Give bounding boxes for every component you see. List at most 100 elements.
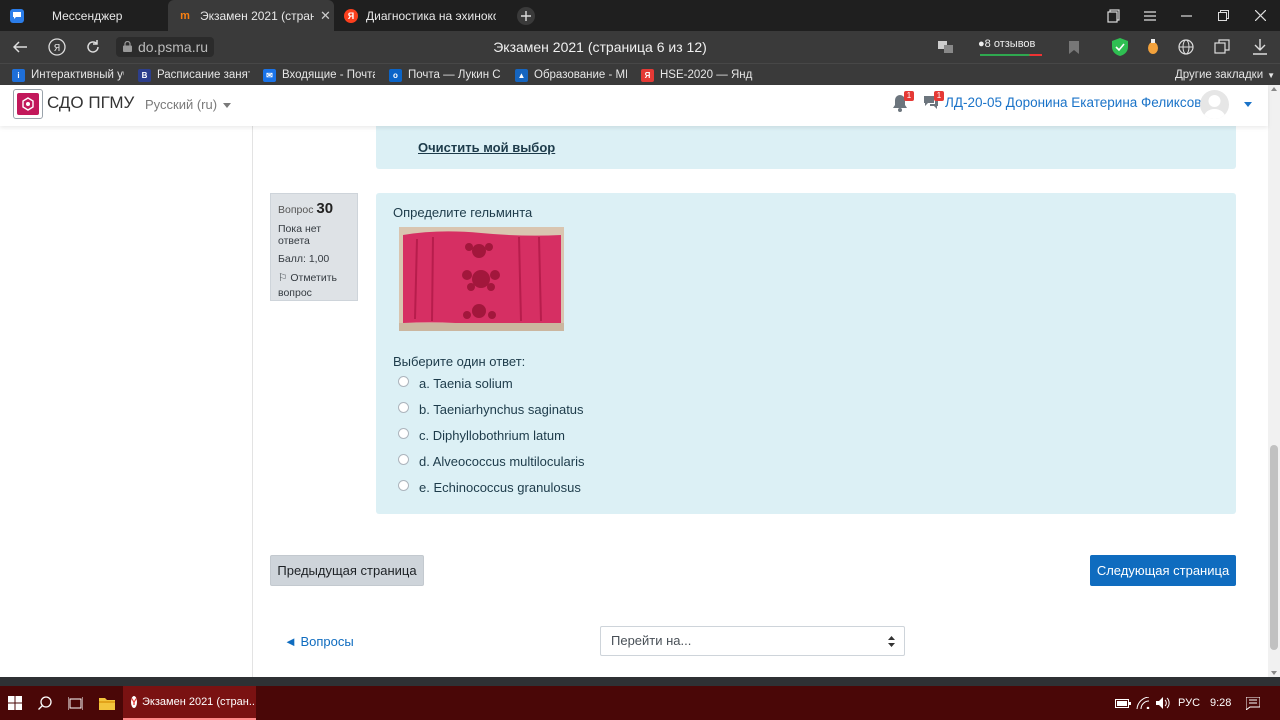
- bookmark-item[interactable]: Я HSE-2020 — Яндекс: [641, 64, 753, 86]
- bookmark-item[interactable]: В Расписание занятий: [138, 64, 250, 86]
- protect-shield-icon[interactable]: [1110, 37, 1130, 57]
- restore-icon[interactable]: [1205, 0, 1241, 31]
- menu-icon[interactable]: [1132, 0, 1168, 31]
- bookmark-favicon: ▲: [515, 68, 528, 82]
- select-arrows-icon: [888, 636, 895, 647]
- reviews-badge[interactable]: ●8 отзывов: [978, 36, 1042, 56]
- keyboard-language[interactable]: РУС: [1178, 686, 1200, 720]
- jump-to-select[interactable]: Перейти на...: [600, 626, 905, 656]
- minimize-icon[interactable]: [1168, 0, 1204, 31]
- svg-text:Я: Я: [54, 43, 61, 54]
- tab-label: Экзамен 2021 (страница 6 из 12): [200, 8, 314, 23]
- messages-icon[interactable]: 1: [922, 91, 944, 112]
- close-tab-icon[interactable]: ✕: [320, 8, 331, 24]
- answer-option-e[interactable]: e. Echinococcus granulosus: [398, 478, 581, 496]
- user-name[interactable]: ЛД-20-05 Доронина Екатерина Феликсовна: [945, 95, 1216, 110]
- page-scrollbar[interactable]: [1268, 85, 1280, 677]
- user-menu-caret-icon[interactable]: [1244, 102, 1252, 107]
- previous-question-tail: Очистить мой выбор: [376, 126, 1236, 169]
- flag-icon: ⚐: [278, 272, 288, 284]
- question-box: Определите гельминта Выберите один ответ…: [376, 193, 1236, 514]
- url-field[interactable]: do.psma.ru: [116, 37, 215, 57]
- download-icon[interactable]: [1250, 37, 1270, 57]
- answer-option-c[interactable]: c. Diphyllobothrium latum: [398, 426, 565, 444]
- answer-option-b[interactable]: b. Taeniarhynchus saginatus: [398, 400, 584, 418]
- notifications-count: 1: [904, 91, 914, 101]
- volume-icon[interactable]: [1148, 686, 1178, 720]
- windows-start-icon[interactable]: [0, 686, 30, 720]
- question-info: Вопрос 30 Пока нет ответа Балл: 1,00 ⚐ О…: [270, 193, 358, 301]
- site-logo[interactable]: [13, 89, 43, 119]
- taskbar-app-exam[interactable]: Y Экзамен 2021 (стран...: [123, 686, 256, 720]
- question-state: Пока нет ответа: [278, 223, 322, 247]
- answer-option-a[interactable]: a. Taenia solium: [398, 374, 513, 392]
- notification-center-icon[interactable]: [1238, 686, 1268, 720]
- browser-tab-bar: Мессенджер m Экзамен 2021 (страница 6 из…: [0, 0, 1280, 31]
- tabs-overview-icon[interactable]: [1096, 0, 1132, 31]
- chevron-down-icon: ▼: [1267, 70, 1276, 80]
- user-avatar[interactable]: [1200, 90, 1229, 119]
- radio-button[interactable]: [398, 376, 409, 387]
- yandex-browser-icon: Y: [131, 696, 138, 708]
- globe-icon[interactable]: [1176, 37, 1196, 57]
- previous-page-button[interactable]: Предыдущая страница: [270, 555, 424, 586]
- tab-exam[interactable]: m Экзамен 2021 (страница 6 из 12) ✕: [168, 0, 334, 31]
- clock[interactable]: 9:28: [1210, 686, 1231, 720]
- yandex-icon: Я: [641, 68, 654, 82]
- extension-icon[interactable]: [1143, 37, 1163, 57]
- tab-label: Диагностика на эхинококкоз: [366, 8, 496, 23]
- bookmark-item[interactable]: ✉ Входящие - Почта: [263, 64, 375, 86]
- bookmark-favicon: i: [12, 68, 25, 82]
- notifications-bell-icon[interactable]: 1: [892, 91, 914, 112]
- moodle-icon: m: [180, 9, 190, 22]
- scroll-down-arrow-icon[interactable]: [1271, 671, 1277, 675]
- collections-icon[interactable]: [1212, 37, 1232, 57]
- reload-icon[interactable]: [78, 31, 108, 63]
- radio-button[interactable]: [398, 402, 409, 413]
- page-footer: [0, 677, 1280, 686]
- radio-button[interactable]: [398, 480, 409, 491]
- bookmark-item[interactable]: o Почта — Лукин Сергей: [389, 64, 501, 86]
- bookmarks-bar: i Интерактивный учебник В Расписание зан…: [0, 63, 1280, 85]
- tab-messenger[interactable]: Мессенджер: [8, 0, 166, 31]
- clear-choice-link[interactable]: Очистить мой выбор: [418, 140, 555, 155]
- new-tab-button[interactable]: [508, 0, 544, 31]
- search-icon[interactable]: [30, 686, 60, 720]
- answer-prompt: Выберите один ответ:: [393, 354, 526, 369]
- scrollbar-thumb[interactable]: [1270, 445, 1278, 650]
- other-bookmarks[interactable]: Другие закладки ▼: [1175, 64, 1275, 86]
- back-icon[interactable]: [5, 31, 35, 63]
- scroll-up-arrow-icon[interactable]: [1271, 87, 1277, 91]
- lock-icon: [123, 41, 132, 52]
- site-name[interactable]: СДО ПГМУ: [47, 93, 134, 113]
- tab-label: Мессенджер: [52, 8, 123, 23]
- messenger-icon: [10, 8, 24, 23]
- helminth-image: [399, 227, 564, 331]
- url-text: do.psma.ru: [138, 39, 209, 55]
- translate-icon[interactable]: [936, 37, 956, 57]
- bookmark-item[interactable]: ▲ Образование - МГУ: [515, 64, 627, 86]
- bookmark-item[interactable]: i Интерактивный учебник: [12, 64, 124, 86]
- file-explorer-icon[interactable]: [92, 686, 122, 720]
- questions-link[interactable]: ◄ Вопросы: [284, 634, 354, 649]
- question-number: Вопрос 30: [278, 200, 334, 217]
- address-bar: Экзамен 2021 (страница 6 из 12) Я do.psm…: [0, 31, 1280, 63]
- task-view-icon[interactable]: [60, 686, 90, 720]
- main-content: Очистить мой выбор Вопрос 30 Пока нет от…: [254, 126, 1268, 677]
- close-window-icon[interactable]: [1242, 0, 1278, 31]
- bookmark-favicon: В: [138, 68, 151, 82]
- language-menu[interactable]: Русский (ru): [145, 97, 232, 112]
- comment-icon: ●: [978, 38, 985, 50]
- windows-taskbar: Y Экзамен 2021 (стран... РУС 9:28: [0, 686, 1280, 720]
- bookmark-icon[interactable]: [1064, 37, 1084, 57]
- radio-button[interactable]: [398, 454, 409, 465]
- question-grade: Балл: 1,00: [278, 253, 330, 265]
- answer-option-d[interactable]: d. Alveococcus multilocularis: [398, 452, 584, 470]
- yandex-home-icon[interactable]: Я: [42, 31, 72, 63]
- yandex-icon: Я: [344, 8, 358, 23]
- radio-button[interactable]: [398, 428, 409, 439]
- next-page-button[interactable]: Следующая страница: [1090, 555, 1236, 586]
- messages-count: 1: [934, 91, 944, 101]
- tab-diagnostics[interactable]: Я Диагностика на эхинококкоз: [336, 0, 502, 31]
- flag-question-link[interactable]: ⚐ Отметить вопрос: [278, 271, 350, 301]
